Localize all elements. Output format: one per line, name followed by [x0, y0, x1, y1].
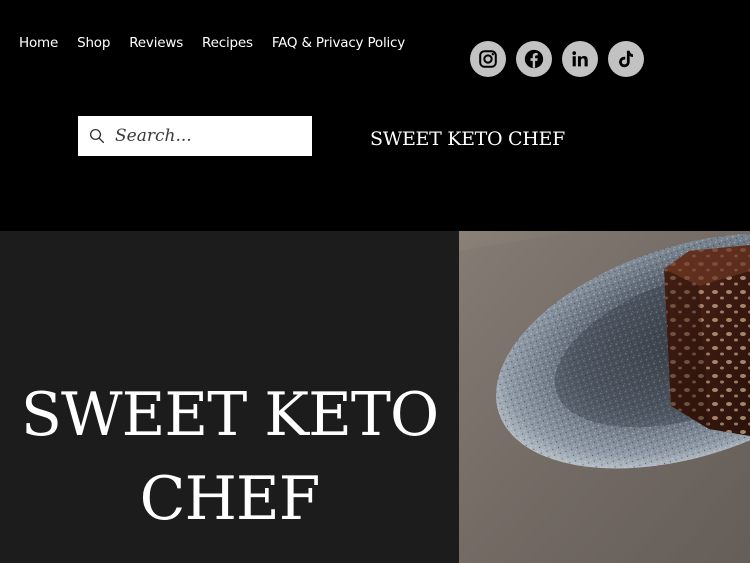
hero-title-line-2: CHEF	[139, 464, 321, 534]
tiktok-icon	[619, 50, 633, 68]
nav-reviews[interactable]: Reviews	[129, 34, 183, 52]
facebook-link[interactable]	[516, 41, 552, 77]
instagram-icon	[479, 50, 497, 68]
social-bar	[470, 41, 644, 77]
hero-title: SWEET KETO CHEF	[0, 373, 459, 541]
hero-title-line-1: SWEET KETO	[20, 380, 439, 450]
instagram-link[interactable]	[470, 41, 506, 77]
nav-faq-privacy[interactable]: FAQ & Privacy Policy	[272, 34, 405, 52]
nav-recipes[interactable]: Recipes	[202, 34, 253, 52]
nav-home[interactable]: Home	[19, 34, 58, 52]
main-nav: Home Shop Reviews Recipes FAQ & Privacy …	[19, 34, 424, 52]
nav-shop[interactable]: Shop	[77, 34, 110, 52]
header-brand-title[interactable]: SWEET KETO CHEF	[370, 128, 565, 150]
search-icon[interactable]	[88, 127, 106, 145]
search-input[interactable]	[115, 126, 305, 146]
hero-food-image	[459, 231, 750, 563]
linkedin-link[interactable]	[562, 41, 598, 77]
search-box[interactable]	[78, 116, 312, 156]
facebook-icon	[524, 49, 544, 69]
site-header: Home Shop Reviews Recipes FAQ & Privacy …	[0, 0, 750, 231]
tiktok-link[interactable]	[608, 41, 644, 77]
linkedin-icon	[572, 51, 588, 67]
hero-text-panel: SWEET KETO CHEF	[0, 231, 459, 563]
food-photo	[459, 231, 750, 563]
